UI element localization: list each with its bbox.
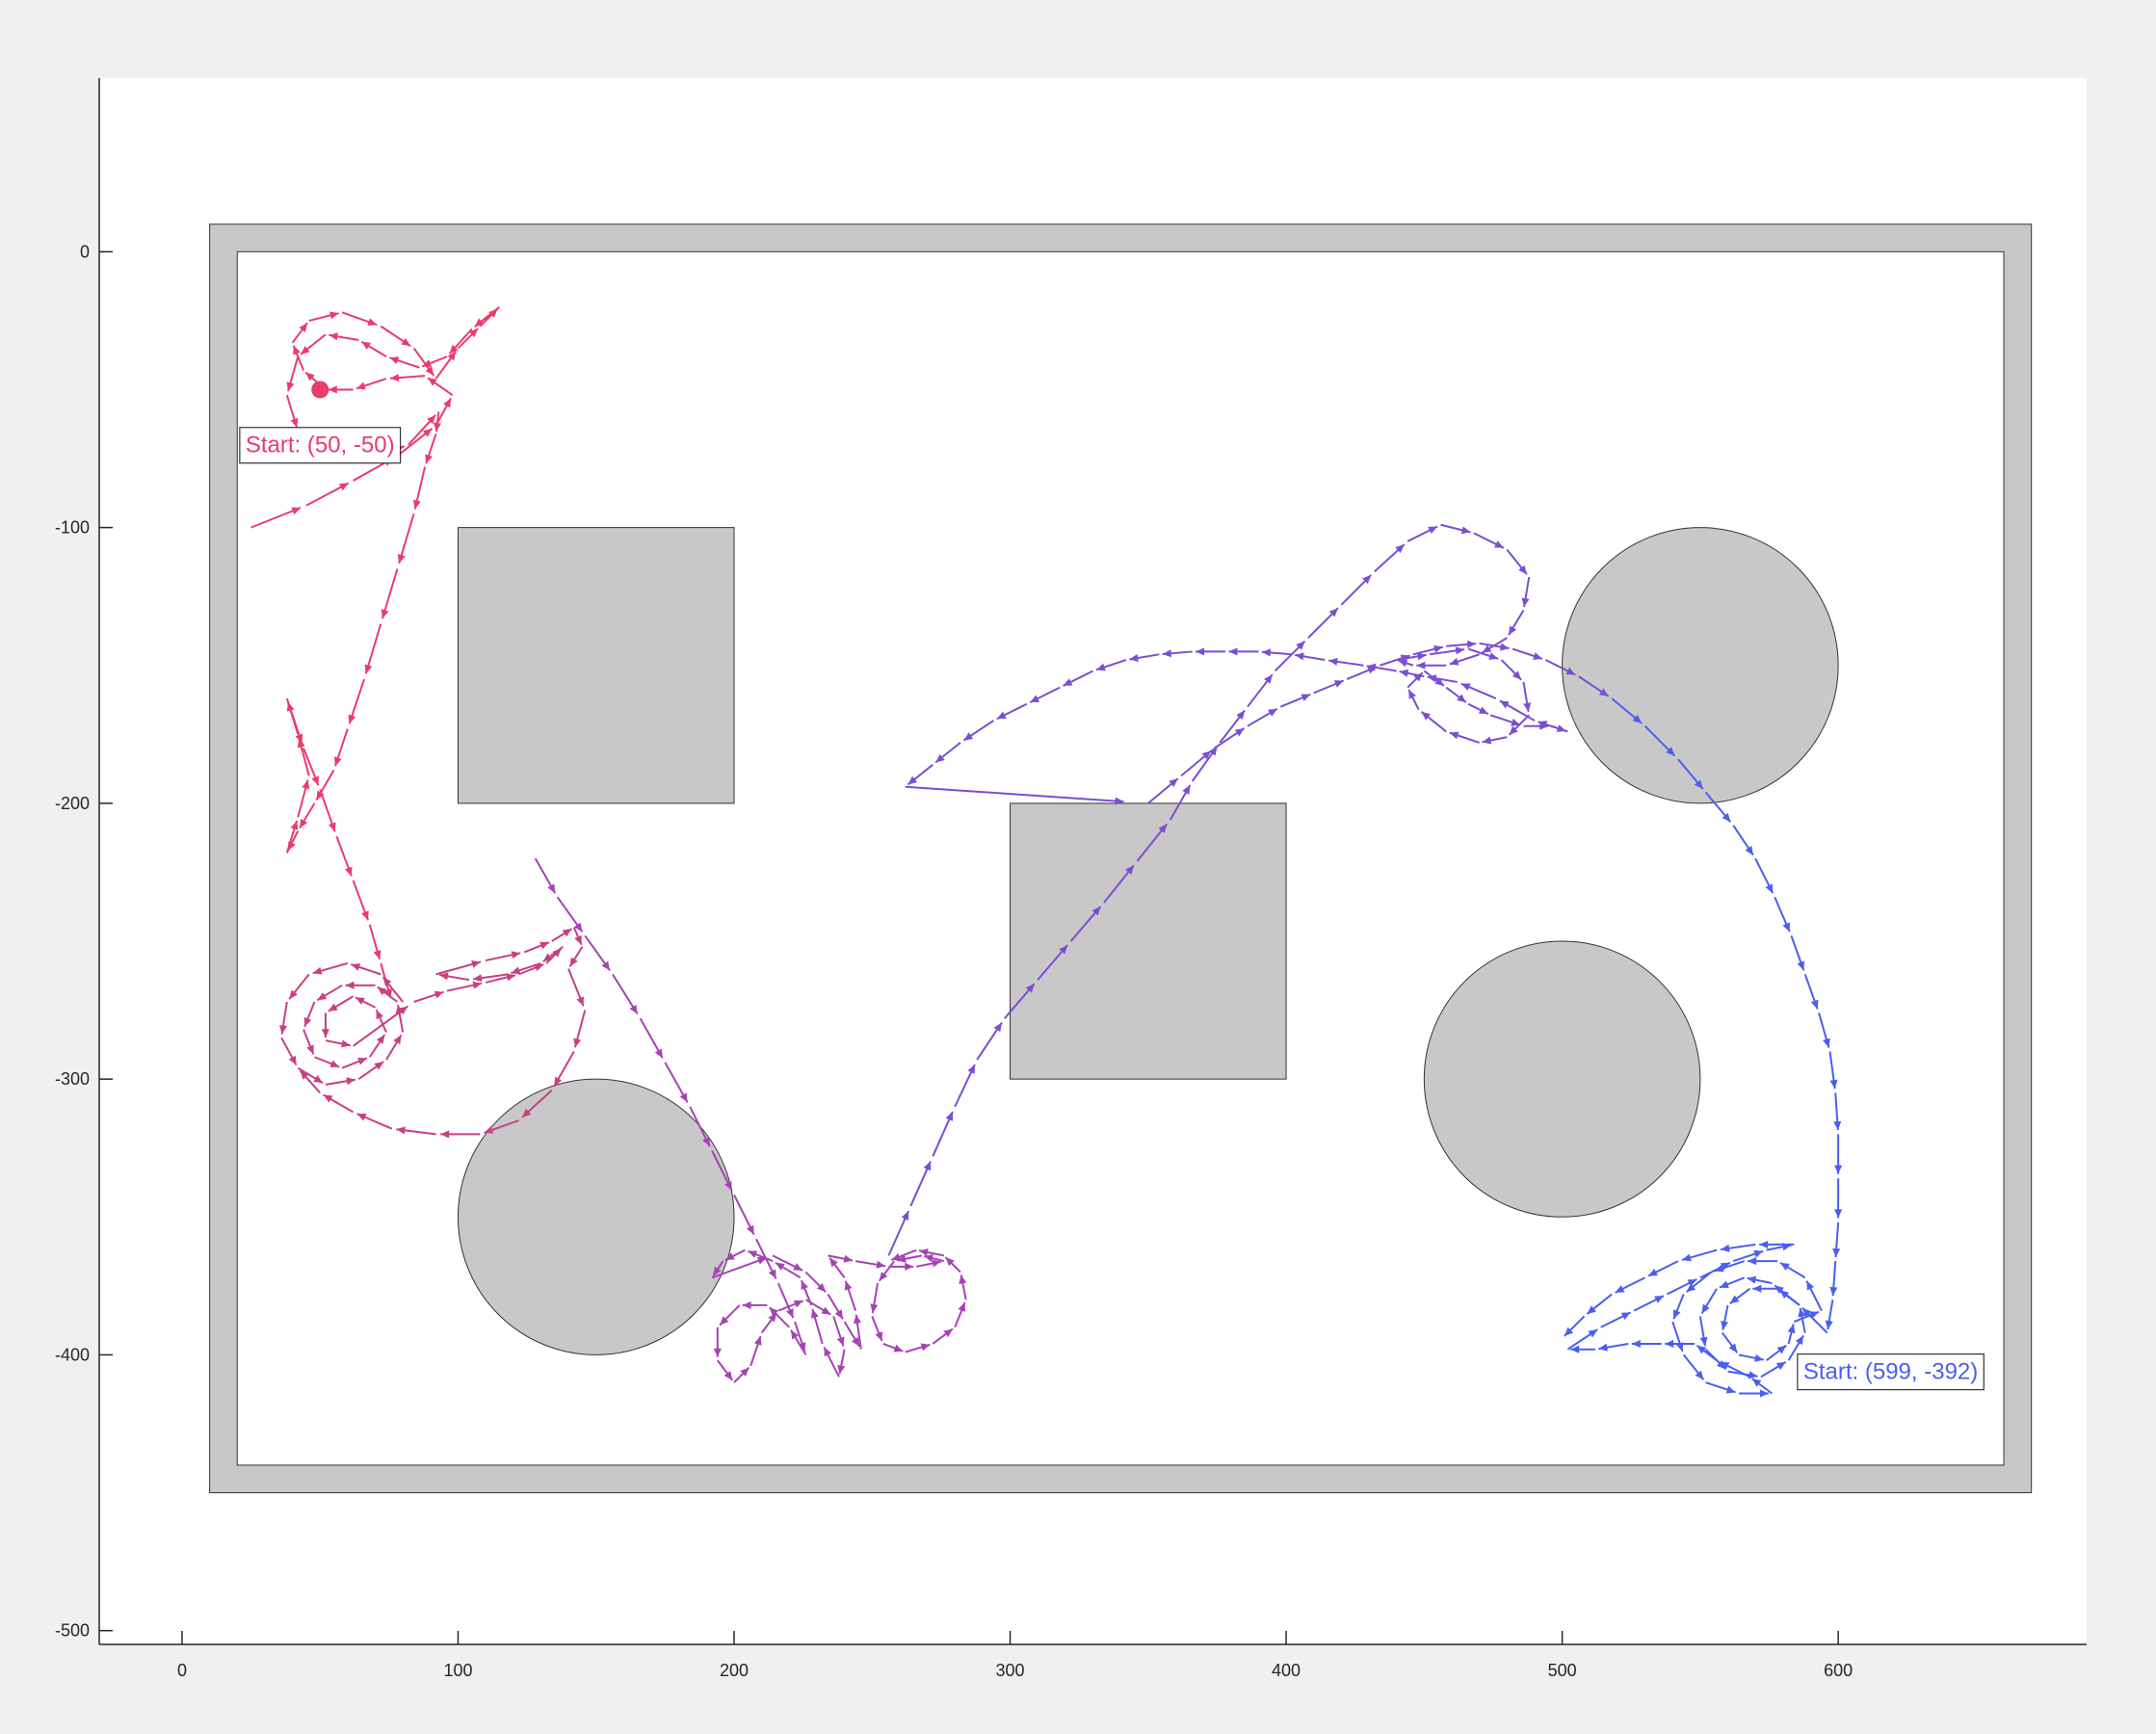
x-tick-label: 600 xyxy=(1824,1661,1853,1680)
obstacle-circle-2 xyxy=(457,1078,735,1355)
start-marker xyxy=(311,381,329,399)
x-tick-label: 200 xyxy=(720,1661,749,1680)
start-annotation-text: Start: (599, -392) xyxy=(1803,1359,1978,1385)
start-annotation-1: Start: (599, -392) xyxy=(1797,1353,1985,1391)
start-annotation-text: Start: (50, -50) xyxy=(246,433,395,459)
y-tick-label: -100 xyxy=(55,518,90,538)
y-tick-label: 0 xyxy=(80,242,90,261)
figure: 0 100 200 300 400 500 600 0 -100 -200 -300 -400 -50… xyxy=(55,78,2087,1680)
y-tick-label: -500 xyxy=(55,1621,90,1641)
x-tick-label: 0 xyxy=(177,1661,187,1680)
obstacle-circle-3 xyxy=(1423,940,1701,1218)
x-tick-label: 100 xyxy=(443,1661,472,1680)
x-tick-label: 400 xyxy=(1272,1661,1301,1680)
x-tick-label: 300 xyxy=(996,1661,1025,1680)
obstacle-rect-0 xyxy=(457,527,735,804)
y-tick-label: -300 xyxy=(55,1069,90,1089)
x-tick-label: 500 xyxy=(1548,1661,1577,1680)
y-tick-label: -200 xyxy=(55,794,90,813)
obstacle-rect-1 xyxy=(1010,802,1287,1080)
y-tick-label: -400 xyxy=(55,1345,90,1364)
start-annotation-0: Start: (50, -50) xyxy=(239,427,402,464)
obstacle-circle-4 xyxy=(1562,527,1839,804)
